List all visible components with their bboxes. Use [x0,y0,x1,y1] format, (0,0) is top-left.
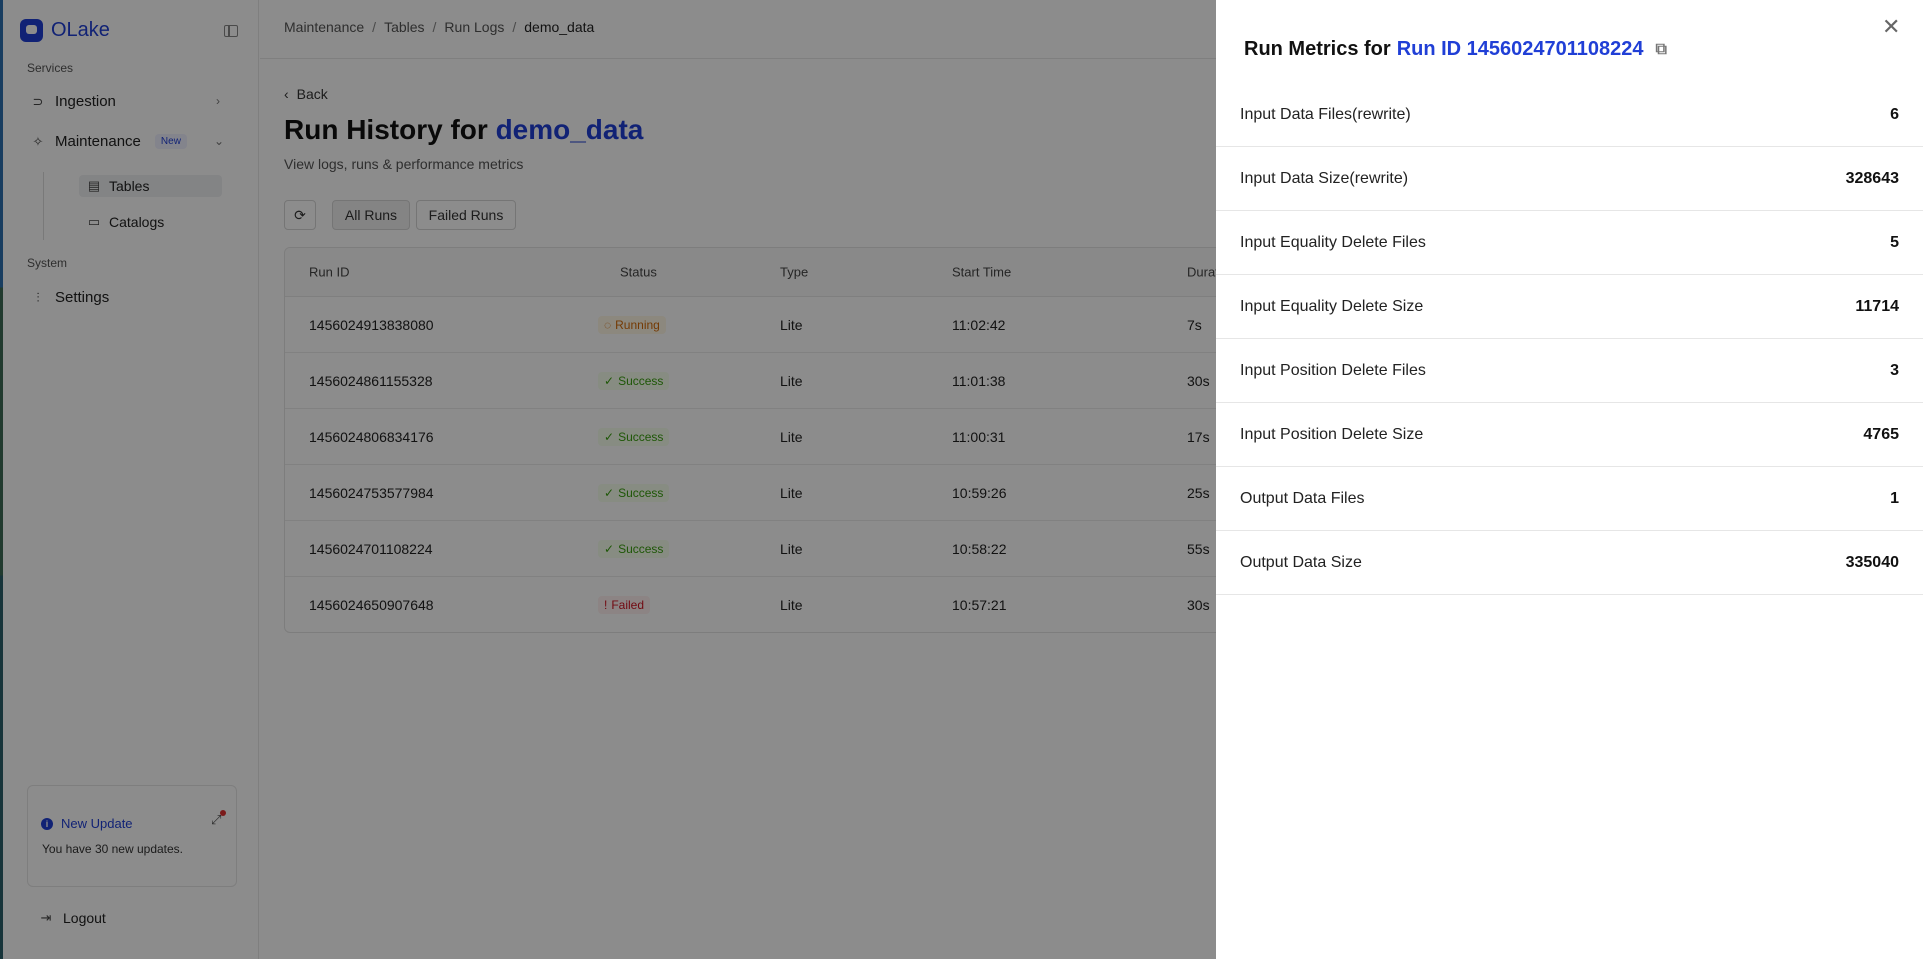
metric-value: 328643 [1845,169,1899,187]
metric-row: Input Position Delete Files 3 [1216,339,1923,403]
metrics-list: Input Data Files(rewrite) 6 Input Data Siz… [1216,83,1923,595]
metric-label: Output Data Files [1240,489,1365,507]
metric-value: 1 [1890,489,1899,507]
metric-value: 4765 [1863,425,1899,443]
metric-row: Output Data Size 335040 [1216,531,1923,595]
drawer-title-prefix: Run Metrics for [1244,38,1391,60]
external-link-icon[interactable]: ⧉ [1656,41,1667,59]
drawer-run-id-link[interactable]: Run ID 1456024701108224 [1397,38,1644,61]
metric-row: Input Position Delete Size 4765 [1216,403,1923,467]
metric-label: Input Equality Delete Files [1240,233,1426,251]
metric-row: Input Data Size(rewrite) 328643 [1216,147,1923,211]
run-metrics-drawer: ✕ Run Metrics for Run ID 145602470110822… [1216,0,1923,959]
metric-value: 5 [1890,233,1899,251]
metric-row: Output Data Files 1 [1216,467,1923,531]
close-icon[interactable]: ✕ [1882,14,1900,40]
metric-label: Input Position Delete Files [1240,361,1426,379]
metric-label: Input Data Files(rewrite) [1240,105,1411,123]
metric-row: Input Equality Delete Size 11714 [1216,275,1923,339]
metric-label: Input Position Delete Size [1240,425,1424,443]
metric-value: 11714 [1855,297,1899,315]
metric-value: 3 [1890,361,1899,379]
drawer-title: Run Metrics for Run ID 1456024701108224 … [1244,38,1667,61]
metric-row: Input Equality Delete Files 5 [1216,211,1923,275]
metric-value: 6 [1890,105,1899,123]
metric-label: Input Equality Delete Size [1240,297,1424,315]
metric-label: Output Data Size [1240,553,1362,571]
metric-row: Input Data Files(rewrite) 6 [1216,83,1923,147]
metric-value: 335040 [1845,553,1899,571]
metric-label: Input Data Size(rewrite) [1240,169,1409,187]
